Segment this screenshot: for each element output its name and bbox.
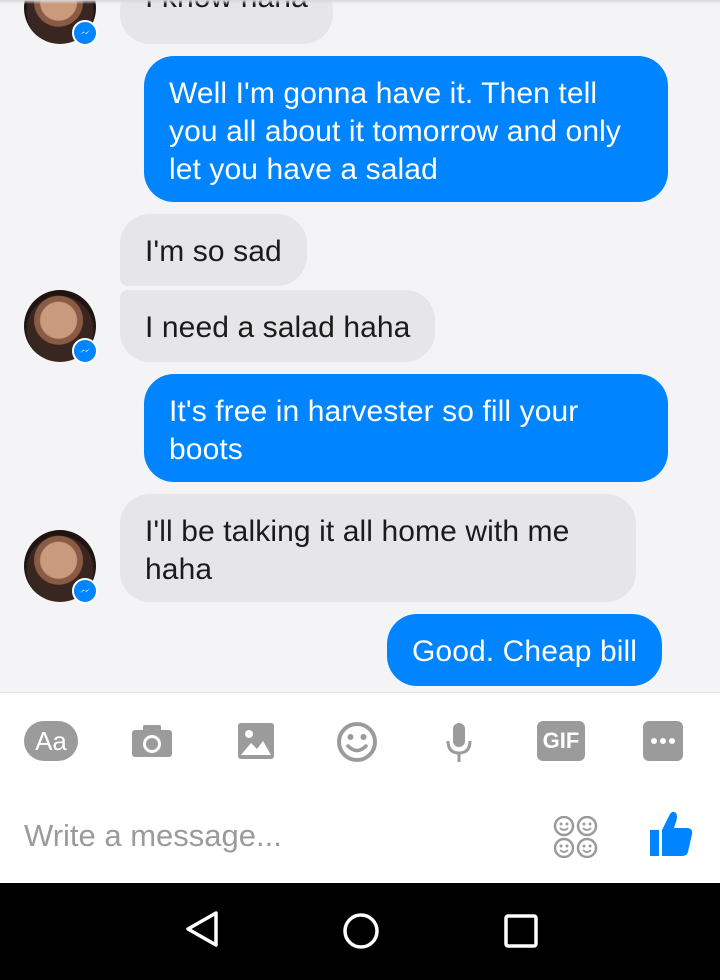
emoji-icon[interactable] — [336, 721, 378, 763]
message-input[interactable] — [24, 812, 504, 860]
contact-avatar[interactable] — [24, 290, 98, 364]
message-text: It's free in harvester so fill your boot… — [169, 395, 579, 466]
contact-avatar[interactable] — [24, 530, 98, 604]
message-text: I'm so sad — [145, 235, 282, 268]
message-text: I'll be talking it all home with me haha — [145, 515, 570, 586]
message-text: I need a salad haha — [145, 311, 411, 344]
message-bubble-incoming[interactable]: I'll be talking it all home with me haha — [120, 494, 636, 602]
contact-avatar[interactable] — [24, 0, 98, 46]
recents-icon[interactable] — [504, 914, 538, 953]
message-bubble-incoming[interactable]: I know haha — [120, 0, 333, 44]
message-bubble-outgoing[interactable]: It's free in harvester so fill your boot… — [144, 374, 668, 482]
text-style-label: Aa — [35, 726, 67, 756]
header-shadow — [0, 0, 720, 4]
message-bubble-incoming[interactable]: I need a salad haha — [120, 290, 436, 362]
microphone-icon[interactable] — [444, 721, 474, 765]
message-text: Good. Cheap bill — [412, 635, 638, 668]
conversation-area[interactable]: I know haha Well I'm gonna have it. Then… — [0, 0, 720, 692]
gif-icon[interactable]: GIF — [537, 721, 585, 761]
gif-label: GIF — [542, 728, 580, 753]
android-navigation-bar — [0, 883, 720, 980]
text-icon[interactable]: Aa — [24, 721, 78, 761]
home-icon[interactable] — [342, 912, 380, 955]
message-bubble-outgoing[interactable]: Well I'm gonna have it. Then tell you al… — [144, 56, 668, 202]
message-bubble-incoming[interactable]: I'm so sad — [120, 214, 307, 286]
messenger-badge-icon — [72, 578, 98, 604]
like-thumbs-up-icon[interactable] — [648, 810, 694, 858]
stickers-icon[interactable] — [553, 815, 599, 859]
gallery-icon[interactable] — [236, 721, 276, 761]
camera-icon[interactable] — [130, 721, 174, 761]
back-icon[interactable] — [184, 909, 220, 954]
messenger-badge-icon — [72, 20, 98, 46]
messenger-badge-icon — [72, 338, 98, 364]
message-text: Well I'm gonna have it. Then tell you al… — [169, 77, 621, 186]
more-icon[interactable] — [643, 721, 683, 761]
message-bubble-outgoing[interactable]: Good. Cheap bill — [387, 614, 663, 686]
